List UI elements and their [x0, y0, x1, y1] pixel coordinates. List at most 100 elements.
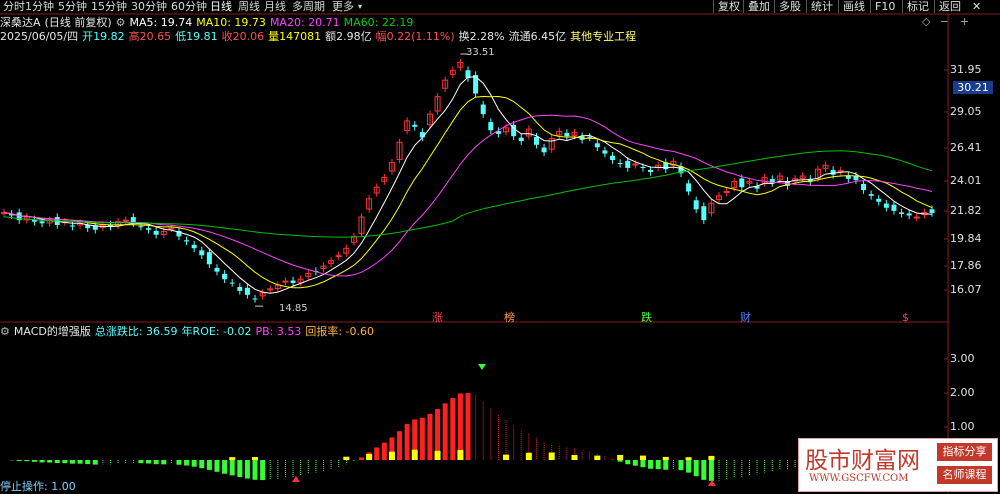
candle-down: [519, 138, 524, 141]
macd-bar: [427, 414, 432, 460]
macd-bar: [633, 460, 638, 466]
macd-title: MACD的增强版: [14, 325, 91, 338]
price-tick: 17.86: [950, 260, 982, 272]
candle-down: [214, 268, 219, 272]
candle-down: [694, 200, 699, 209]
macd-bar: [443, 403, 448, 460]
macd-bar: [253, 460, 258, 480]
candle-down: [542, 148, 547, 153]
signal-bar: [229, 457, 235, 460]
macd-bar: [663, 460, 668, 470]
macd-bar: [237, 460, 242, 477]
macd-bar: [245, 460, 250, 479]
macd-bar: [466, 393, 471, 460]
candle-down: [884, 204, 889, 208]
signal-bar: [640, 456, 646, 460]
candle-down: [610, 156, 615, 160]
signal-bar: [503, 455, 509, 460]
price-tick: 16.07: [950, 284, 982, 296]
macd-bar: [656, 460, 661, 469]
indicator-share-button[interactable]: 指标分享: [937, 443, 992, 461]
ma20-line: [4, 115, 932, 276]
candle-down: [564, 133, 569, 136]
macd-bar: [85, 460, 90, 464]
price-tick: 19.84: [950, 233, 982, 245]
macd-bar: [701, 460, 706, 480]
price-tick: 21.82: [950, 205, 982, 217]
event-zhang[interactable]: 涨: [432, 311, 443, 324]
candle-down: [930, 209, 935, 213]
candle-up: [169, 228, 174, 229]
candle-down: [291, 281, 296, 284]
candle-down: [876, 199, 881, 202]
macd-bar: [207, 460, 212, 470]
event-dollar[interactable]: $: [902, 311, 909, 324]
signal-bar: [708, 456, 714, 460]
ma5-line: [4, 77, 932, 294]
event-cai[interactable]: 财: [740, 311, 751, 324]
signal-bar: [457, 450, 463, 460]
macd-bar: [47, 460, 52, 463]
signal-bar: [549, 452, 555, 460]
macd-panel-title: ⚙ MACD的增强版总涨跌比: 36.59 年ROE: -0.02PB: 3.53 回…: [0, 325, 378, 338]
candle-down: [907, 213, 912, 215]
event-bang[interactable]: 榜: [504, 311, 515, 324]
candle-up: [633, 164, 638, 165]
watermark-brand: 股市财富网: [805, 441, 920, 475]
macd-pb: PB: 3.53: [255, 325, 301, 338]
macd-bar: [359, 457, 364, 460]
signal-bar: [594, 456, 600, 460]
candle-down: [648, 170, 653, 172]
price-tick: 24.01: [950, 175, 982, 187]
macd-bar: [397, 431, 402, 460]
macd-bar: [230, 460, 235, 475]
candle-down: [146, 228, 151, 230]
candle-down: [412, 125, 417, 127]
macd-bar: [17, 460, 22, 461]
signal-bar: [435, 451, 441, 460]
candle-down: [846, 176, 851, 179]
candle-down: [640, 167, 645, 168]
signal-bar: [686, 457, 692, 460]
macd-zdb: 总涨跌比: 36.59: [95, 325, 178, 338]
macd-bar: [214, 460, 219, 472]
macd-bar: [260, 460, 265, 480]
macd-roe: 年ROE: -0.02: [182, 325, 252, 338]
kline-chart[interactable]: [0, 0, 1000, 493]
candle-down: [245, 288, 250, 295]
macd-bar: [640, 460, 645, 467]
candle-up: [838, 171, 843, 172]
candle-down: [420, 132, 425, 137]
macd-bar: [450, 398, 455, 460]
candle-down: [899, 212, 904, 214]
candle-down: [701, 206, 706, 220]
macd-return: 回报率: -0.60: [305, 325, 374, 338]
macd-bar: [70, 460, 75, 464]
buy-arrow-icon: [708, 480, 716, 486]
signal-bar: [412, 450, 418, 460]
event-die[interactable]: 跌: [641, 311, 652, 324]
macd-bar: [618, 460, 623, 462]
candle-up: [123, 220, 128, 221]
current-price-tag: 30.21: [953, 81, 993, 94]
macd-bar: [374, 447, 379, 460]
candle-down: [481, 105, 486, 115]
candle-down: [625, 161, 630, 168]
candle-down: [595, 143, 600, 147]
macd-bar: [420, 418, 425, 460]
teacher-course-button[interactable]: 名师课程: [937, 466, 992, 484]
macd-bar: [40, 460, 45, 462]
macd-bar: [192, 460, 197, 467]
high-price-label: 33.51: [466, 47, 495, 58]
candle-down: [534, 137, 539, 145]
macd-bar: [694, 460, 699, 476]
macd-tick: 3.00: [950, 353, 975, 365]
macd-bar: [222, 460, 227, 474]
candle-down: [237, 287, 242, 291]
ma10-line: [4, 97, 932, 288]
signal-bar: [366, 454, 372, 460]
macd-settings-icon[interactable]: ⚙: [0, 325, 10, 338]
candle-down: [587, 137, 592, 138]
macd-bar: [648, 460, 653, 469]
candle-up: [268, 289, 273, 290]
